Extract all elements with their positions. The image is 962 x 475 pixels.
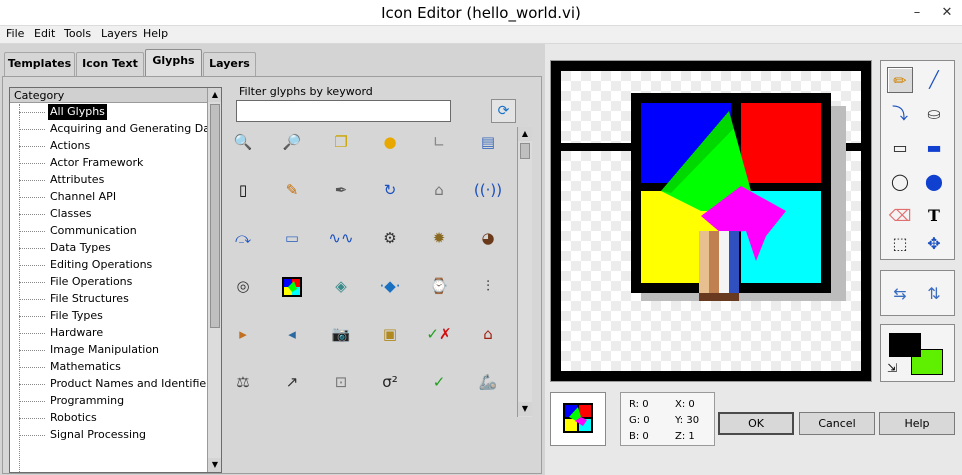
device-glyph[interactable]: ▤ <box>471 127 505 157</box>
pen-glyph[interactable]: ✒ <box>324 175 358 205</box>
menu-help[interactable]: Help <box>143 27 168 40</box>
menu-bar: File Edit Tools Layers Help <box>0 26 962 44</box>
zoom-out-glyph[interactable]: 🔎 <box>275 127 309 157</box>
ellipse-icon[interactable]: ◯ <box>887 169 913 195</box>
flip-horizontal-icon[interactable]: ⇆ <box>887 281 913 307</box>
tab-glyphs[interactable]: Glyphs <box>145 49 202 77</box>
scroll-down-icon[interactable]: ▼ <box>208 458 221 472</box>
category-tree[interactable]: Category All Glyphs Acquiring and Genera… <box>9 87 222 473</box>
ring-glyph[interactable]: ◎ <box>226 271 260 301</box>
foreground-color-swatch[interactable] <box>889 333 921 357</box>
text-icon[interactable]: T <box>921 203 947 229</box>
dropper-icon[interactable]: ⤵ <box>887 101 913 127</box>
menu-edit[interactable]: Edit <box>34 27 55 40</box>
eraser-icon[interactable]: ⌫ <box>887 203 913 229</box>
info-b: B: 0 <box>629 431 649 442</box>
window-title: Icon Editor (hello_world.vi) <box>381 4 581 22</box>
play-color-glyph[interactable]: ▸ <box>226 319 260 349</box>
tool-panel: ✏ ╱ ⤵ ⛀ ▭ ▬ ◯ ⬤ ⌫ T ⬚ ✥ <box>880 60 955 260</box>
filled-rectangle-icon[interactable]: ▬ <box>921 135 947 161</box>
copy-glyph[interactable]: ❐ <box>324 127 358 157</box>
remote-glyph[interactable]: ▯ <box>226 175 260 205</box>
check-x-glyph[interactable]: ✓✗ <box>422 319 456 349</box>
tab-layers[interactable]: Layers <box>203 52 256 76</box>
window-glyph[interactable]: ▭ <box>275 223 309 253</box>
factory-glyph[interactable]: ⌂ <box>471 319 505 349</box>
scale-glyph[interactable]: ⚖ <box>226 367 260 397</box>
ok-button[interactable]: OK <box>718 412 794 435</box>
refresh-button[interactable]: ⟳ <box>491 99 516 123</box>
flip-vertical-icon[interactable]: ⇅ <box>921 281 947 307</box>
gear-glyph[interactable]: ⚙ <box>373 223 407 253</box>
category-scrollbar[interactable]: ▲ ▼ <box>207 88 221 472</box>
pencil-icon[interactable]: ✏ <box>887 67 913 93</box>
sigma-squared-glyph[interactable]: σ² <box>373 367 407 397</box>
info-y: Y: 30 <box>675 415 700 426</box>
color-square-glyph[interactable] <box>275 271 309 301</box>
menu-file[interactable]: File <box>6 27 24 40</box>
tab-templates[interactable]: Templates <box>4 52 75 76</box>
info-z: Z: 1 <box>675 431 695 442</box>
swap-colors-icon[interactable]: ⇲ <box>887 361 897 375</box>
camera-glyph[interactable]: 📷 <box>324 319 358 349</box>
category-header: Category <box>10 88 207 103</box>
vector-glyph[interactable]: ↗ <box>275 367 309 397</box>
flip-panel: ⇆ ⇅ <box>880 270 955 316</box>
waveform-glyph[interactable]: ∿∿ <box>324 223 358 253</box>
dog-glyph[interactable]: ✹ <box>422 223 456 253</box>
title-bar: Icon Editor (hello_world.vi) <box>0 0 962 26</box>
move-icon[interactable]: ✥ <box>921 231 947 257</box>
zoom-in-glyph[interactable]: 🔍 <box>226 127 260 157</box>
select-icon[interactable]: ⬚ <box>887 231 913 257</box>
info-r: R: 0 <box>629 399 649 410</box>
minimize-button[interactable]: – <box>902 0 932 26</box>
fill-icon[interactable]: ⛀ <box>921 101 947 127</box>
help-button[interactable]: Help <box>879 412 955 435</box>
arrow-left-glyph[interactable]: ◂ <box>275 319 309 349</box>
icon-canvas[interactable] <box>550 60 872 382</box>
dots-glyph[interactable]: ·◆· <box>373 271 407 301</box>
glyph-grid: 🔍 🔎 ❐ ● ∟ ▤ ▯ ✎ ✒ ↻ ⌂ ((·)) ⤼ ▭ ∿∿ ⚙ ✹ ◕… <box>226 127 511 417</box>
rectangle-icon[interactable]: ▭ <box>887 135 913 161</box>
scroll-down-icon[interactable]: ▼ <box>518 402 532 416</box>
refresh-glyph[interactable]: ↻ <box>373 175 407 205</box>
scroll-thumb[interactable] <box>210 104 220 328</box>
coin-glyph[interactable]: ● <box>373 127 407 157</box>
scroll-thumb[interactable] <box>520 143 530 159</box>
scroll-up-icon[interactable]: ▲ <box>208 88 221 102</box>
tab-icon-text[interactable]: Icon Text <box>76 52 144 76</box>
reel-glyph[interactable]: ◕ <box>471 223 505 253</box>
probe-glyph[interactable]: ⤼ <box>226 223 260 253</box>
cpu-glyph[interactable]: ⌂ <box>422 175 456 205</box>
refresh-icon: ⟳ <box>497 103 510 119</box>
filter-label: Filter glyphs by keyword <box>239 85 373 98</box>
watch-glyph[interactable]: ⌚ <box>422 271 456 301</box>
3d-surface-glyph[interactable]: ◈ <box>324 271 358 301</box>
glyph-scrollbar[interactable]: ▲ ▼ <box>517 127 532 417</box>
menu-layers[interactable]: Layers <box>101 27 137 40</box>
line-icon[interactable]: ╱ <box>921 67 947 93</box>
info-g: G: 0 <box>629 415 650 426</box>
filter-input[interactable] <box>236 100 451 122</box>
graph-axis-glyph[interactable]: ∟ <box>422 127 456 157</box>
close-button[interactable]: ✕ <box>932 0 962 26</box>
icon-preview <box>550 392 606 446</box>
board-glyph[interactable]: ▣ <box>373 319 407 349</box>
cancel-button[interactable]: Cancel <box>799 412 875 435</box>
sensor-glyph[interactable]: ⊡ <box>324 367 358 397</box>
pixel-info: R: 0 G: 0 B: 0 X: 0 Y: 30 Z: 1 <box>620 392 715 446</box>
wireless-glyph[interactable]: ((·)) <box>471 175 505 205</box>
filled-ellipse-icon[interactable]: ⬤ <box>921 169 947 195</box>
scroll-up-icon[interactable]: ▲ <box>518 127 532 141</box>
cable-glyph[interactable]: ⫶ <box>471 271 505 301</box>
color-panel: ⇲ <box>880 324 955 382</box>
menu-tools[interactable]: Tools <box>64 27 91 40</box>
check-glyph[interactable]: ✓ <box>422 367 456 397</box>
pencil-glyph[interactable]: ✎ <box>275 175 309 205</box>
robot-arm-glyph[interactable]: 🦾 <box>471 367 505 397</box>
info-x: X: 0 <box>675 399 695 410</box>
